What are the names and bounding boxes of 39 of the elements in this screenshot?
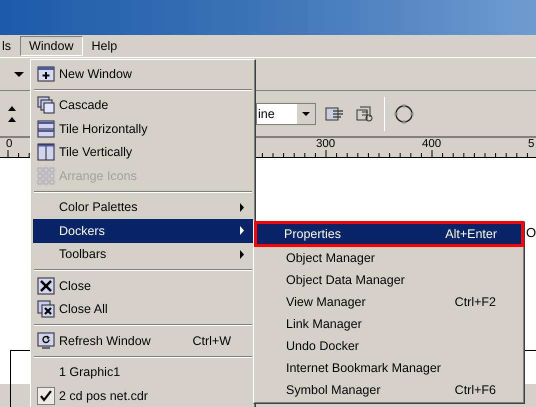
close-all-icon xyxy=(37,300,55,318)
ruler-label: 300 xyxy=(316,138,336,150)
ruler-label: 400 xyxy=(422,138,442,150)
tile-horizontal-icon xyxy=(37,120,55,138)
menu-item[interactable]: Tile Horizontally xyxy=(33,117,253,140)
dropdown-arrow-icon[interactable] xyxy=(14,72,24,76)
line-style-dropdown[interactable]: ine xyxy=(256,102,316,124)
menu-item[interactable]: Close xyxy=(33,274,253,298)
menu-item[interactable]: Dockers xyxy=(33,219,253,242)
menu-item[interactable]: View Manager Ctrl+F2 xyxy=(256,291,522,313)
menu-item[interactable]: 1 Graphic1 xyxy=(33,360,253,384)
cascade-icon xyxy=(37,96,55,114)
menu-item[interactable]: Cascade xyxy=(33,94,253,117)
menu-item[interactable]: Link Manager xyxy=(256,313,522,335)
menu-item[interactable]: Close All xyxy=(33,298,253,321)
menu-item[interactable]: Internet Bookmark Manager xyxy=(256,357,522,379)
ruler-label: 5 xyxy=(528,138,534,150)
menu-item[interactable]: Symbol Manager Ctrl+F6 xyxy=(256,379,522,401)
menu-item[interactable]: Toolbars xyxy=(33,242,253,266)
canvas-text: O xyxy=(526,225,536,240)
grid-icon xyxy=(37,166,55,185)
menu-bar-item[interactable]: ls xyxy=(0,36,20,56)
refresh-icon xyxy=(37,332,55,350)
menu-item[interactable]: New Window xyxy=(33,62,253,86)
tile-vertical-icon xyxy=(37,143,55,162)
menu-item[interactable]: Object Manager xyxy=(256,247,522,269)
new-window-icon xyxy=(37,64,55,83)
circle-nodes-icon[interactable] xyxy=(393,102,415,124)
menu-item[interactable]: 2 cd pos net.cdr xyxy=(33,384,253,407)
menu-item[interactable]: Undo Docker xyxy=(256,335,522,357)
ruler-label: 0 xyxy=(6,138,12,150)
menu-item[interactable]: Object Data Manager xyxy=(256,269,522,291)
menu-item[interactable]: Properties Alt+Enter xyxy=(254,221,524,247)
menu-bar-item[interactable]: Window xyxy=(20,36,82,56)
close-icon xyxy=(37,276,55,295)
menu-item[interactable]: Color Palettes xyxy=(33,196,253,219)
menu-bar-item[interactable]: Help xyxy=(82,36,126,56)
menu-item[interactable]: Refresh Window Ctrl+W xyxy=(33,329,253,352)
menu-item[interactable]: Tile Vertically xyxy=(33,140,253,164)
